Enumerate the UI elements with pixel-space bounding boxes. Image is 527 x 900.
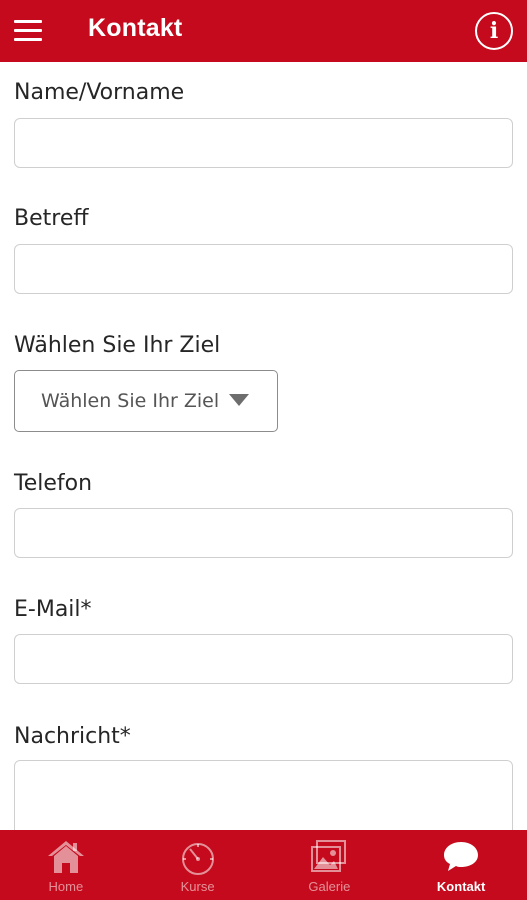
page-title: Kontakt	[88, 14, 183, 42]
hamburger-menu-icon[interactable]	[12, 17, 44, 45]
nav-label-galerie: Galerie	[308, 879, 351, 894]
subject-label: Betreff	[14, 206, 89, 231]
home-icon	[47, 841, 84, 873]
email-input[interactable]	[14, 634, 513, 684]
message-label: Nachricht*	[14, 724, 131, 749]
chat-bubble-icon	[444, 842, 479, 871]
nav-item-kurse[interactable]: Kurse	[132, 830, 264, 900]
email-label: E-Mail*	[14, 597, 92, 622]
nav-label-kontakt: Kontakt	[436, 879, 486, 894]
name-input[interactable]	[14, 118, 513, 168]
nav-label-kurse: Kurse	[180, 879, 215, 894]
subject-input[interactable]	[14, 244, 513, 294]
stopwatch-icon	[181, 843, 214, 875]
message-textarea[interactable]	[14, 760, 513, 830]
destination-select-value: Wählen Sie Ihr Ziel	[41, 390, 220, 412]
destination-select[interactable]: Wählen Sie Ihr Ziel	[14, 370, 278, 432]
info-icon[interactable]: i	[475, 12, 513, 50]
gallery-icon	[311, 840, 347, 872]
destination-label: Wählen Sie Ihr Ziel	[14, 333, 221, 358]
phone-label: Telefon	[14, 471, 93, 496]
nav-item-home[interactable]: Home	[0, 830, 132, 900]
bottom-navigation: Home Kurse Galerie Kontakt	[0, 830, 527, 900]
nav-item-galerie[interactable]: Galerie	[264, 830, 396, 900]
phone-input[interactable]	[14, 508, 513, 558]
nav-label-home: Home	[48, 879, 84, 894]
contact-form: Name/Vorname Betreff Wählen Sie Ihr Ziel…	[0, 62, 527, 830]
name-label: Name/Vorname	[14, 80, 185, 105]
nav-item-kontakt[interactable]: Kontakt	[395, 830, 527, 900]
dropdown-arrow-icon	[229, 394, 249, 406]
app-bar: Kontakt i	[0, 0, 527, 62]
